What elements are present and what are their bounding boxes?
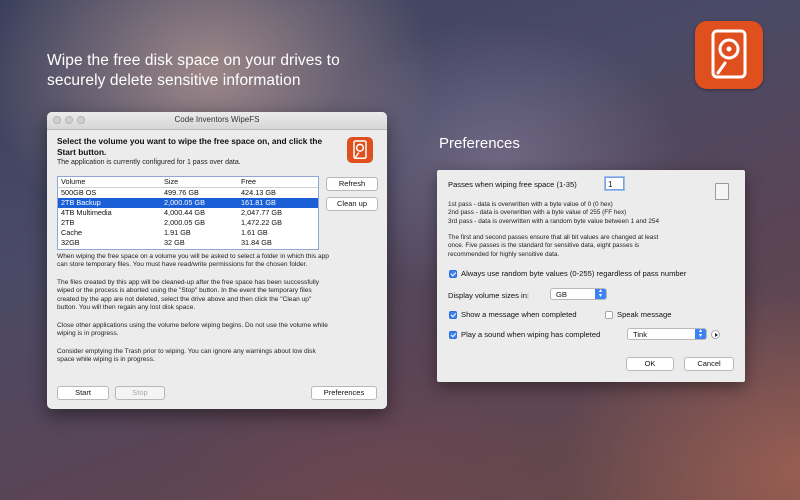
pass-description-line: 2nd pass - data is overwritten with a by… — [448, 209, 627, 217]
help-paragraph-trash: Consider emptying the Trash prior to wip… — [57, 348, 379, 365]
passes-note: The first and second passes ensure that … — [448, 234, 738, 259]
pass-descriptions: 1st pass - data is overwritten with a by… — [448, 201, 738, 226]
speak-message-label: Speak message — [617, 310, 672, 319]
help-text-line: Consider emptying the Trash prior to wip… — [57, 348, 316, 355]
show-message-label: Show a message when completed — [461, 310, 577, 319]
volume-name: 32GB — [61, 238, 80, 247]
table-row[interactable]: 2TB 2,000.05 GB 1,472.22 GB — [58, 218, 318, 228]
table-row[interactable]: 32GB 32 GB 31.84 GB — [58, 238, 318, 248]
preferences-panel: Passes when wiping free space (1-35) 1 1… — [437, 170, 745, 382]
table-row[interactable]: 4TB Multimedia 4,000.44 GB 2,047.77 GB — [58, 208, 318, 218]
stop-button[interactable]: Stop — [115, 386, 165, 400]
volume-name: Cache — [61, 228, 83, 237]
help-text-line: button. You will then regain any lost di… — [57, 304, 196, 312]
volume-size: 32 GB — [164, 238, 185, 247]
instruction-line-1: Select the volume you want to wipe the f… — [57, 136, 323, 146]
passes-label: Passes when wiping free space (1-35) — [448, 180, 577, 189]
sound-value: Tink — [633, 330, 648, 339]
help-text-line: Close other applications using the volum… — [57, 322, 328, 329]
volume-name: 500GB OS — [61, 188, 97, 197]
display-sizes-select[interactable]: GB ▴ ▾ — [550, 288, 607, 300]
table-row-selected[interactable]: 2TB Backup 2,000.05 GB 161.81 GB — [58, 198, 318, 208]
help-text-line: created by the app are not deleted, sele… — [57, 295, 312, 303]
instruction-line-2: Start button. — [57, 147, 107, 157]
window-app-icon — [347, 137, 373, 163]
table-row[interactable]: Cache 1.91 GB 1.61 GB — [58, 228, 318, 238]
help-paragraph-temp-folder: When wiping the free space on a volume y… — [57, 253, 379, 270]
sound-select[interactable]: Tink ▴ ▾ — [627, 328, 707, 340]
chevron-up-down-icon: ▴ ▾ — [695, 328, 706, 339]
volume-free: 31.84 GB — [241, 238, 272, 247]
help-text-line: When wiping the free space on a volume y… — [57, 253, 329, 260]
chevron-up-down-icon: ▴ ▾ — [595, 288, 606, 299]
passes-note-line: The first and second passes ensure that … — [448, 234, 659, 241]
random-bytes-checkbox[interactable] — [449, 270, 457, 278]
column-header-size[interactable]: Size — [164, 177, 178, 187]
display-sizes-label: Display volume sizes in: — [448, 291, 530, 300]
volume-table[interactable]: Volume Size Free 500GB OS 499.76 GB 424.… — [57, 176, 319, 250]
play-sound-checkbox[interactable] — [449, 331, 457, 339]
volume-free: 161.81 GB — [241, 198, 276, 207]
show-message-checkbox[interactable] — [449, 311, 457, 319]
help-text-line: wiping is in progress. — [57, 330, 119, 338]
lock-icon[interactable] — [715, 183, 729, 200]
volume-size: 1.91 GB — [164, 228, 191, 237]
volume-free: 1.61 GB — [241, 228, 268, 237]
help-text-line: The files created by this app will be cl… — [57, 279, 320, 286]
pass-description-line: 3rd pass - data is overwritten with a ra… — [448, 217, 660, 225]
ok-button[interactable]: OK — [626, 357, 674, 371]
headline: Wipe the free disk space on your drives … — [47, 51, 367, 91]
window-title: Code Inventors WipeFS — [174, 115, 260, 124]
clean-up-button[interactable]: Clean up — [326, 197, 378, 211]
passes-note-line: once. Five passes is the standard for se… — [448, 242, 640, 250]
help-text-line: can store temporary files. You must have… — [57, 261, 308, 269]
preferences-button[interactable]: Preferences — [311, 386, 377, 400]
volume-table-header: Volume Size Free — [58, 177, 318, 188]
volume-free: 424.13 GB — [241, 188, 276, 197]
column-header-free[interactable]: Free — [241, 177, 256, 187]
table-row[interactable]: 500GB OS 499.76 GB 424.13 GB — [58, 188, 318, 198]
volume-free: 1,472.22 GB — [241, 218, 282, 227]
volume-name: 4TB Multimedia — [61, 208, 112, 217]
speak-message-checkbox[interactable] — [605, 311, 613, 319]
play-sound-label: Play a sound when wiping has completed — [461, 330, 601, 339]
random-bytes-label: Always use random byte values (0-255) re… — [461, 269, 687, 278]
volume-size: 2,000.05 GB — [164, 218, 205, 227]
config-status-text: The application is currently configured … — [57, 159, 241, 166]
preferences-heading: Preferences — [439, 135, 520, 152]
volume-name: 2TB — [61, 218, 75, 227]
window-titlebar: Code Inventors WipeFS — [47, 112, 387, 130]
volume-name: 2TB Backup — [61, 198, 101, 207]
passes-input[interactable]: 1 — [605, 177, 624, 190]
headline-line-1: Wipe the free disk space on your drives … — [47, 52, 340, 69]
instruction-heading: Select the volume you want to wipe the f… — [57, 136, 332, 158]
cancel-button[interactable]: Cancel — [684, 357, 734, 371]
headline-line-2: securely delete sensitive information — [47, 72, 301, 89]
volume-free: 2,047.77 GB — [241, 208, 282, 217]
pass-description-line: 1st pass - data is overwritten with a by… — [448, 201, 613, 208]
help-paragraph-cleanup: The files created by this app will be cl… — [57, 279, 379, 313]
refresh-button[interactable]: Refresh — [326, 177, 378, 191]
volume-size: 2,000.05 GB — [164, 198, 205, 207]
play-sound-icon[interactable] — [711, 330, 720, 339]
help-paragraph-close-apps: Close other applications using the volum… — [57, 322, 379, 339]
help-text-line: wiped or the process is aborted using th… — [57, 287, 312, 295]
display-sizes-value: GB — [556, 290, 567, 299]
passes-note-line: recommended for highly sensitive data. — [448, 250, 560, 258]
help-text-line: space while wiping is in progress. — [57, 356, 155, 364]
volume-size: 499.76 GB — [164, 188, 199, 197]
wipefs-main-window: Code Inventors WipeFS Select the volume … — [47, 112, 387, 409]
app-logo-icon — [695, 21, 763, 89]
column-header-volume[interactable]: Volume — [61, 177, 85, 187]
volume-size: 4,000.44 GB — [164, 208, 205, 217]
start-button[interactable]: Start — [57, 386, 109, 400]
